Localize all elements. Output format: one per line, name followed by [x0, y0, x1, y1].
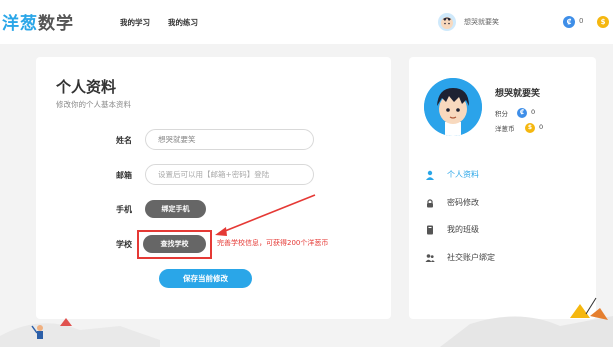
top-navigation-bar: 洋葱数学 我的学习 我的练习 想哭就要笑 ₡ 0 $	[0, 0, 613, 44]
header-username[interactable]: 想哭就要笑	[464, 17, 499, 27]
social-icon	[425, 254, 435, 262]
user-sidebar: 想哭就要笑 积分 ₡ 0 洋葱币 $ 0 个人资料 密码修改 我的班级 社交账户…	[409, 57, 596, 319]
logo-text-part2: 数学	[38, 14, 74, 34]
nav-my-practice[interactable]: 我的练习	[168, 17, 198, 28]
lock-icon	[427, 199, 433, 208]
avatar-face-icon	[441, 17, 453, 29]
points-coin-icon: ₡	[563, 16, 575, 28]
sidebar-item-label: 个人资料	[447, 170, 479, 179]
header-points-value: 0	[579, 17, 584, 25]
sidebar-avatar	[424, 78, 482, 136]
profile-card: 个人资料 修改你的个人基本资料 姓名 想哭就要笑 邮箱 设置后可以用【邮箱+密码…	[36, 57, 391, 319]
onion-coins-label: 洋葱币	[495, 125, 515, 133]
bottom-decoration-illustration	[0, 297, 613, 347]
onion-coins-value: 0	[539, 123, 544, 131]
onion-coin-icon: $	[597, 16, 609, 28]
header-avatar[interactable]	[438, 13, 456, 31]
logo-text-part1: 洋葱	[2, 14, 38, 34]
user-icon	[426, 170, 434, 180]
sidebar-item-label: 社交账户绑定	[447, 253, 495, 262]
sidebar-item-label: 我的班级	[447, 225, 479, 234]
site-logo[interactable]: 洋葱数学	[2, 9, 74, 34]
points-value: 0	[531, 108, 536, 116]
sidebar-username: 想哭就要笑	[495, 89, 541, 99]
avatar-boy-icon	[424, 78, 482, 136]
class-icon	[427, 225, 433, 235]
nav-my-study[interactable]: 我的学习	[120, 17, 150, 28]
save-changes-button[interactable]: 保存当前修改	[159, 269, 252, 288]
sidebar-item-label: 密码修改	[447, 198, 479, 207]
points-label: 积分	[495, 110, 508, 118]
onion-coins-icon: $	[525, 123, 535, 133]
points-icon: ₡	[517, 108, 527, 118]
